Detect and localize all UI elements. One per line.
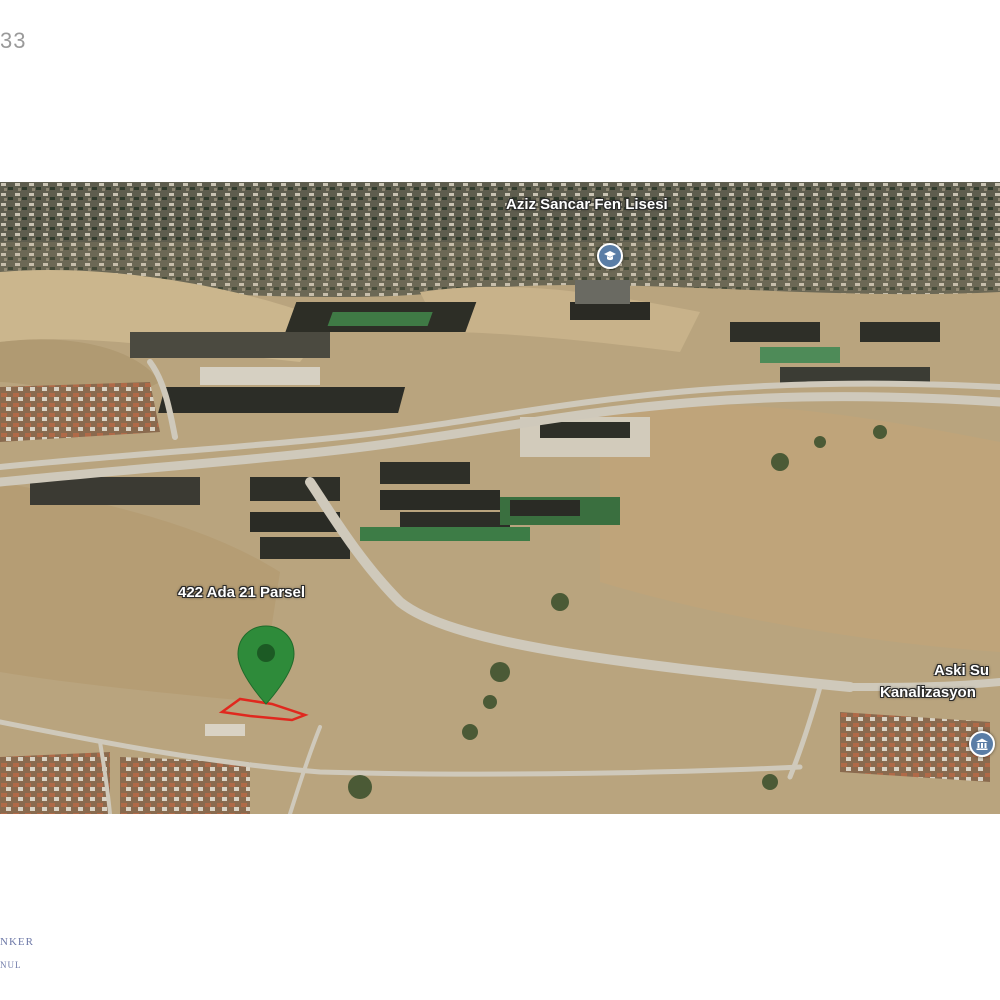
satellite-map[interactable]: Aziz Sancar Fen Lisesi 422 Ada 21 Parsel… xyxy=(0,182,1000,814)
satellite-imagery xyxy=(0,182,1000,814)
watermark-line2: NUL xyxy=(0,960,22,970)
facility xyxy=(840,712,990,782)
graduation-cap-icon xyxy=(604,251,616,261)
housing-block xyxy=(0,752,110,814)
parcel-label: 422 Ada 21 Parsel xyxy=(178,584,306,601)
housing-block xyxy=(120,757,250,814)
school-label: Aziz Sancar Fen Lisesi xyxy=(506,196,668,213)
aski-label-line1: Aski Su xyxy=(934,662,990,679)
aski-label-line2: Kanalizasyon xyxy=(880,684,976,701)
corner-number: 33 xyxy=(0,28,27,53)
school-poi-icon[interactable] xyxy=(597,243,623,269)
location-pin-icon[interactable] xyxy=(234,624,298,706)
government-building-poi-icon[interactable] xyxy=(969,731,995,757)
building-icon xyxy=(976,738,988,750)
housing-block xyxy=(0,382,160,442)
watermark-line1: NKER xyxy=(0,936,34,948)
small-building xyxy=(205,724,245,736)
